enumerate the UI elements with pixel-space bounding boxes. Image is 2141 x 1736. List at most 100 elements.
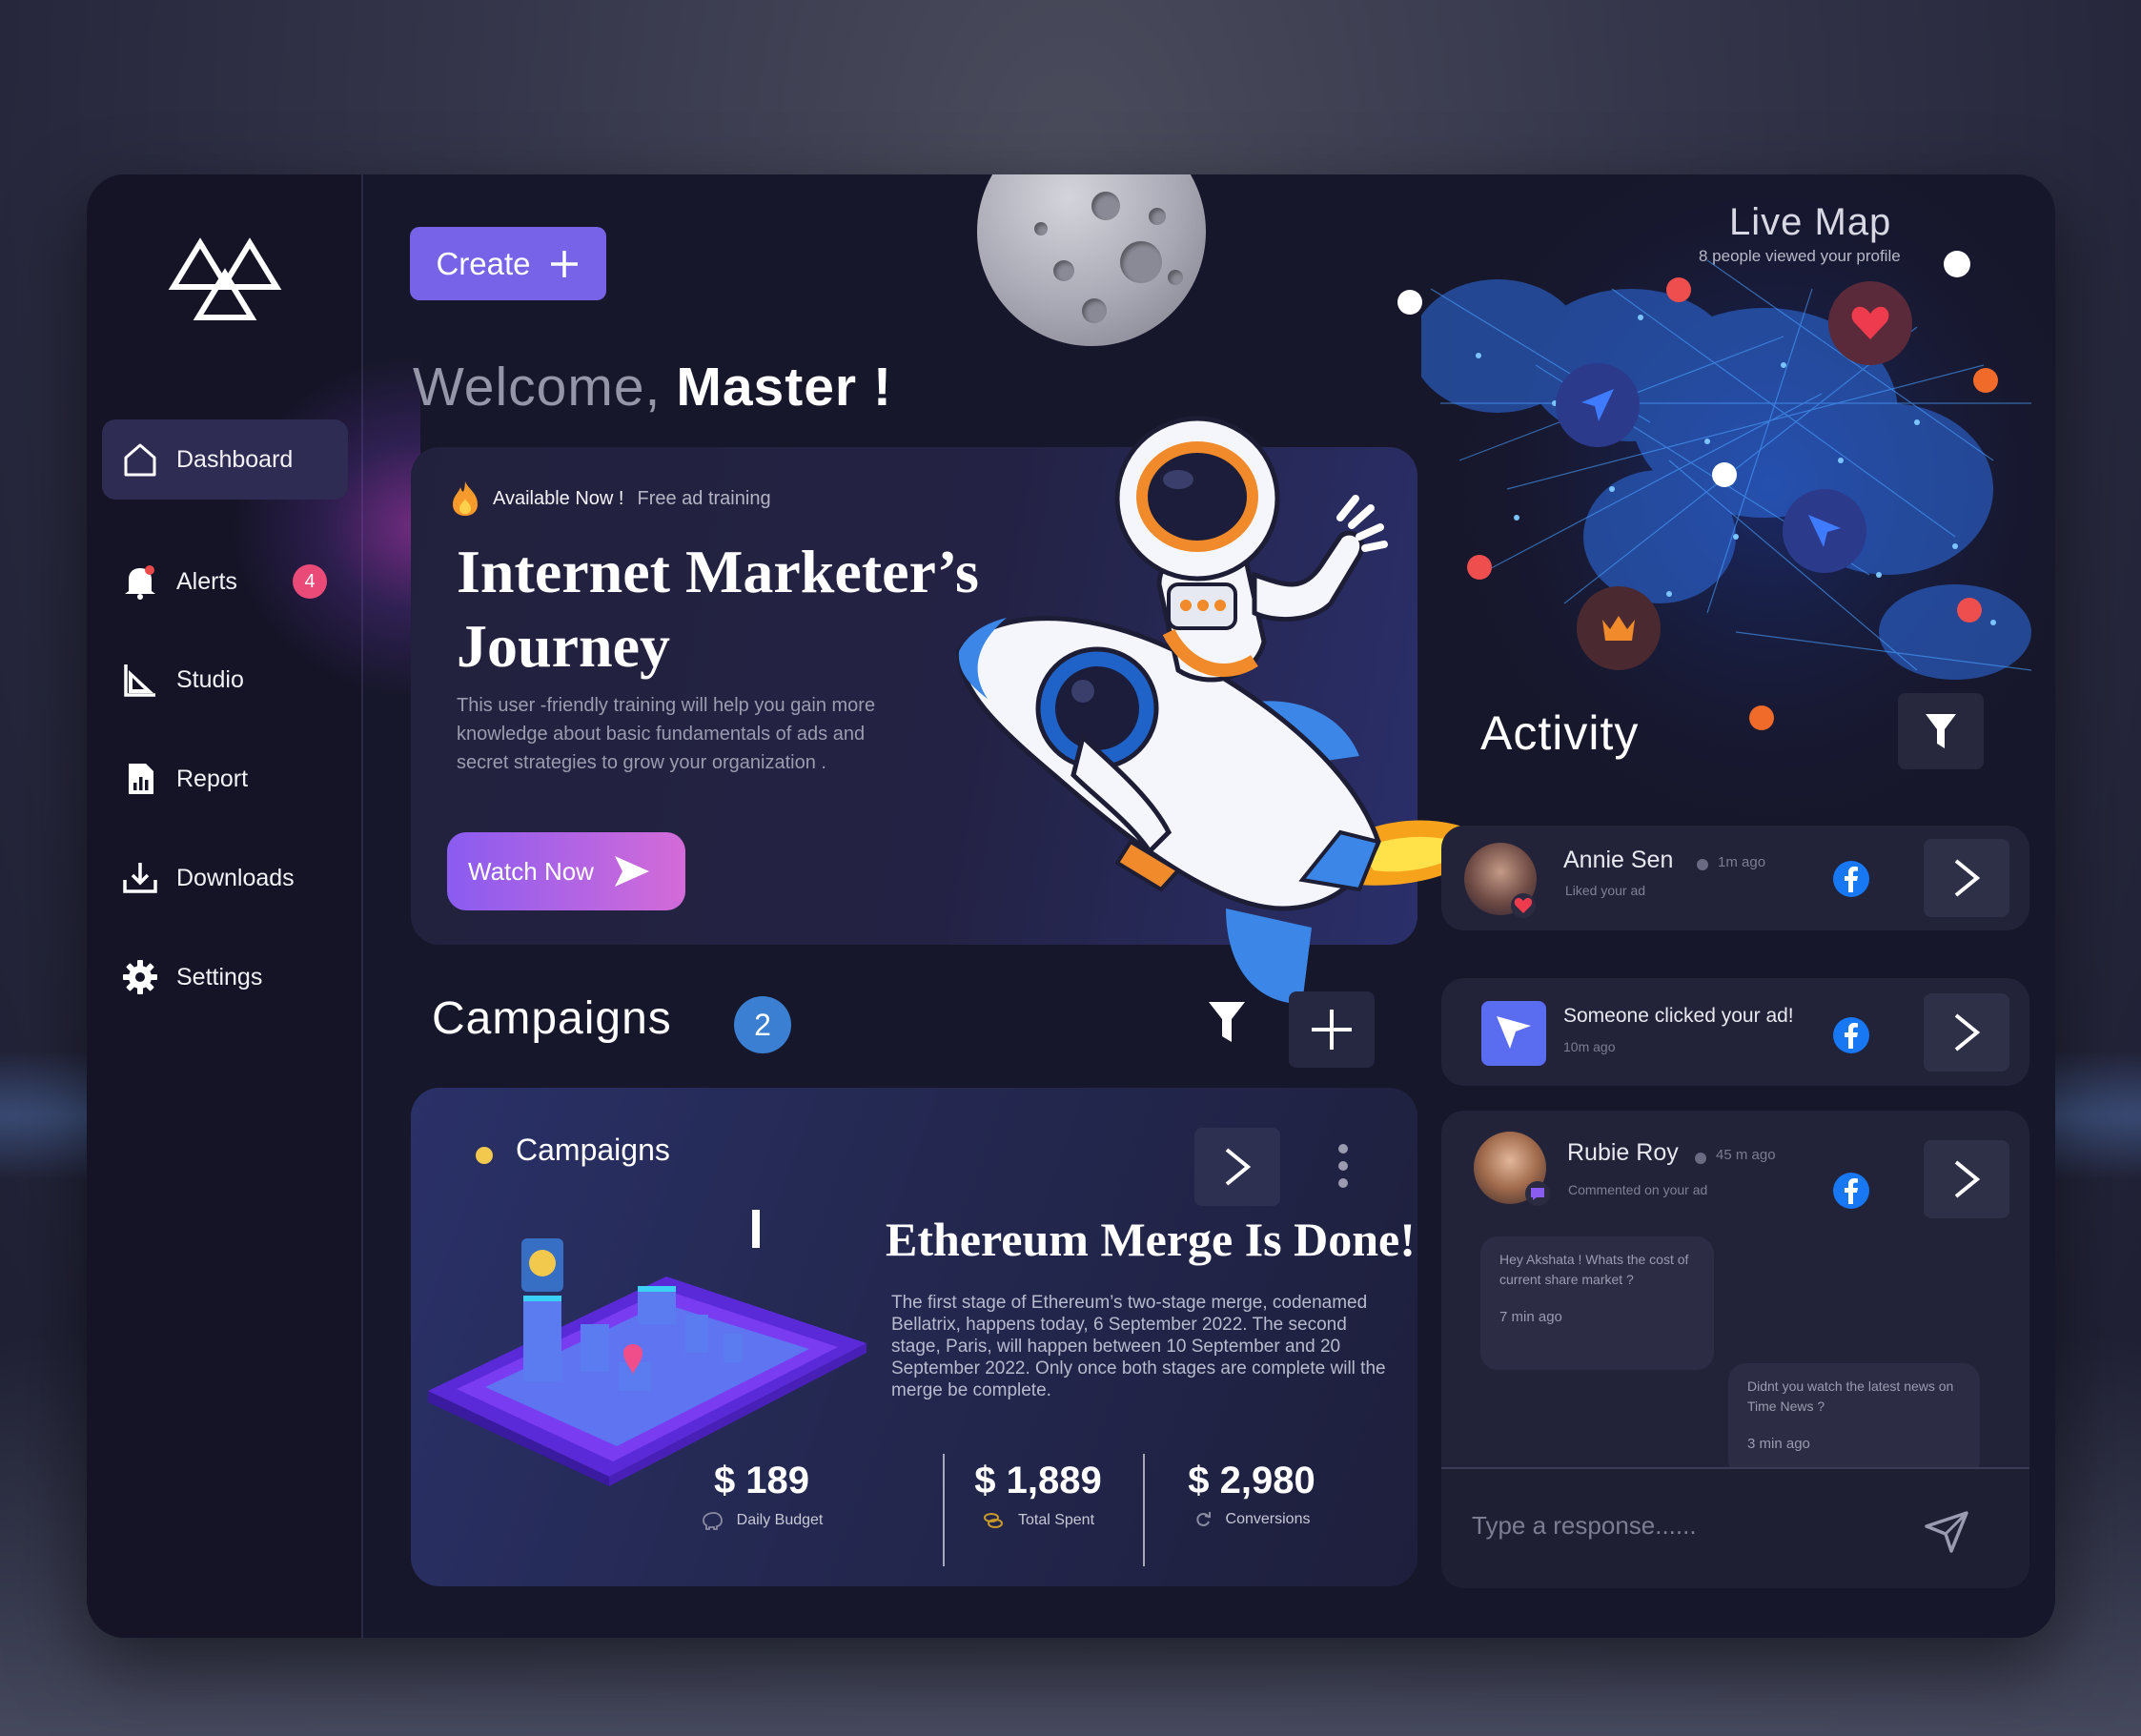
sidebar-item-label: Dashboard bbox=[176, 445, 294, 473]
watch-now-label: Watch Now bbox=[468, 856, 594, 886]
message-time: 7 min ago bbox=[1499, 1309, 1562, 1325]
create-button[interactable]: Create bbox=[410, 227, 606, 300]
coins-icon bbox=[983, 1513, 1003, 1528]
refresh-icon bbox=[1195, 1512, 1211, 1526]
stat-label: Conversions bbox=[1225, 1511, 1311, 1527]
create-label: Create bbox=[436, 245, 531, 281]
activity-name: Annie Sen bbox=[1563, 847, 1674, 873]
send-pin-icon bbox=[1556, 363, 1640, 447]
activity-item-annie: Annie Sen 1m ago Liked your ad bbox=[1441, 826, 2029, 930]
live-map-subtitle: 8 people viewed your profile bbox=[1699, 247, 1901, 265]
campaign-card: Campaigns Ethereum Merge Is Done! The fi… bbox=[411, 1088, 1417, 1586]
map-marker bbox=[1666, 277, 1691, 302]
crown-pin-icon bbox=[1577, 586, 1661, 670]
training-tag: Available Now ! Free ad training bbox=[449, 480, 771, 518]
map-marker bbox=[1957, 598, 1982, 623]
home-icon bbox=[119, 439, 161, 480]
send-icon[interactable] bbox=[1923, 1509, 1970, 1553]
sidebar-item-dashboard[interactable]: Dashboard bbox=[102, 419, 348, 500]
user-name: Master ! bbox=[676, 357, 892, 418]
stat-daily-budget: $ 189 Daily Budget bbox=[674, 1460, 849, 1531]
activity-time: 45 m ago bbox=[1716, 1147, 1776, 1163]
chat-message-received: Hey Akshata ! Whats the cost of current … bbox=[1480, 1236, 1714, 1370]
activity-name: Rubie Roy bbox=[1567, 1139, 1679, 1166]
sidebar: Dashboard Alerts 4 Studio Report Downloa… bbox=[87, 174, 420, 1638]
facebook-icon bbox=[1833, 861, 1869, 897]
reply-input[interactable]: Type a response...... bbox=[1472, 1511, 1697, 1541]
sidebar-item-label: Downloads bbox=[176, 864, 295, 891]
message-text: Didnt you watch the latest news on Time … bbox=[1747, 1379, 1954, 1414]
moon-illustration bbox=[977, 174, 1206, 346]
chat-message-sent: Didnt you watch the latest news on Time … bbox=[1728, 1363, 1980, 1478]
stat-conversions: $ 2,980 Conversions bbox=[1166, 1460, 1337, 1529]
welcome-text: Welcome, bbox=[413, 357, 662, 418]
cursor-icon bbox=[1481, 1001, 1546, 1066]
map-marker bbox=[1712, 462, 1737, 487]
sidebar-item-label: Settings bbox=[176, 963, 263, 991]
report-icon bbox=[119, 758, 161, 800]
sidebar-item-downloads[interactable]: Downloads bbox=[102, 838, 348, 918]
available-label: Available Now ! bbox=[493, 487, 624, 509]
campaign-title: Ethereum Merge Is Done! bbox=[886, 1213, 1416, 1266]
training-description: This user -friendly training will help y… bbox=[457, 695, 876, 773]
heart-pin-icon bbox=[1828, 281, 1912, 365]
open-campaign-button[interactable] bbox=[1194, 1128, 1280, 1206]
sidebar-item-label: Alerts bbox=[176, 567, 237, 595]
studio-icon bbox=[119, 659, 161, 701]
filter-icon bbox=[1926, 714, 1956, 748]
stat-value: $ 2,980 bbox=[1188, 1460, 1315, 1501]
map-marker bbox=[1944, 251, 1970, 277]
campaign-card-label: Campaigns bbox=[516, 1133, 670, 1167]
stat-divider bbox=[1143, 1454, 1145, 1566]
add-campaign-button[interactable] bbox=[1289, 991, 1375, 1068]
send-arrow-icon bbox=[614, 856, 649, 887]
message-time: 3 min ago bbox=[1747, 1436, 1810, 1452]
status-dot bbox=[476, 1147, 493, 1164]
stat-label-row: Total Spent bbox=[962, 1510, 1114, 1531]
activity-title: Activity bbox=[1480, 706, 1640, 760]
fire-icon bbox=[453, 481, 478, 516]
crypto-city-illustration bbox=[428, 1210, 867, 1486]
open-activity-button[interactable] bbox=[1924, 839, 2009, 917]
welcome-heading: Welcome, Master ! bbox=[413, 356, 892, 419]
alerts-badge: 4 bbox=[293, 564, 327, 599]
watch-now-button[interactable]: Watch Now bbox=[447, 832, 685, 910]
open-activity-button[interactable] bbox=[1924, 1140, 2009, 1218]
plus-icon bbox=[550, 250, 578, 277]
stat-total-spent: $ 1,889 Total Spent bbox=[962, 1460, 1114, 1531]
message-text: Hey Akshata ! Whats the cost of current … bbox=[1499, 1252, 1689, 1287]
heart-icon bbox=[1511, 893, 1536, 918]
plus-icon bbox=[1312, 1010, 1352, 1050]
sidebar-item-studio[interactable]: Studio bbox=[102, 640, 348, 720]
sidebar-item-settings[interactable]: Settings bbox=[102, 937, 348, 1017]
comment-icon bbox=[1525, 1181, 1550, 1206]
map-marker bbox=[1397, 290, 1422, 315]
stat-label: Daily Budget bbox=[736, 1512, 824, 1528]
activity-subtitle: Commented on your ad bbox=[1568, 1182, 1708, 1197]
stat-value: $ 1,889 bbox=[974, 1460, 1102, 1501]
activity-filter-button[interactable] bbox=[1898, 693, 1984, 769]
chevron-right-icon bbox=[1954, 1160, 1981, 1198]
training-title: Internet Marketer’s Journey bbox=[457, 538, 979, 680]
activity-name: Someone clicked your ad! bbox=[1563, 1005, 1794, 1027]
sidebar-item-report[interactable]: Report bbox=[102, 739, 348, 819]
stat-label-row: Daily Budget bbox=[674, 1510, 849, 1531]
separator-dot bbox=[1697, 859, 1708, 870]
facebook-icon bbox=[1833, 1017, 1869, 1053]
send-pin-icon bbox=[1783, 489, 1866, 573]
stat-divider bbox=[943, 1454, 945, 1566]
bell-icon bbox=[119, 561, 161, 602]
sidebar-item-label: Report bbox=[176, 765, 249, 792]
logo-icon bbox=[168, 237, 282, 320]
sidebar-item-label: Studio bbox=[176, 665, 244, 693]
filter-icon[interactable] bbox=[1207, 1000, 1247, 1044]
map-marker bbox=[1973, 368, 1998, 393]
stat-label: Total Spent bbox=[1017, 1512, 1095, 1528]
sidebar-item-alerts[interactable]: Alerts 4 bbox=[102, 541, 348, 622]
open-activity-button[interactable] bbox=[1924, 993, 2009, 1072]
activity-time: 10m ago bbox=[1563, 1039, 1616, 1054]
stat-label-row: Conversions bbox=[1166, 1510, 1337, 1529]
download-icon bbox=[119, 857, 161, 899]
more-options-icon[interactable] bbox=[1334, 1143, 1353, 1189]
campaigns-heading: Campaigns bbox=[432, 993, 672, 1044]
